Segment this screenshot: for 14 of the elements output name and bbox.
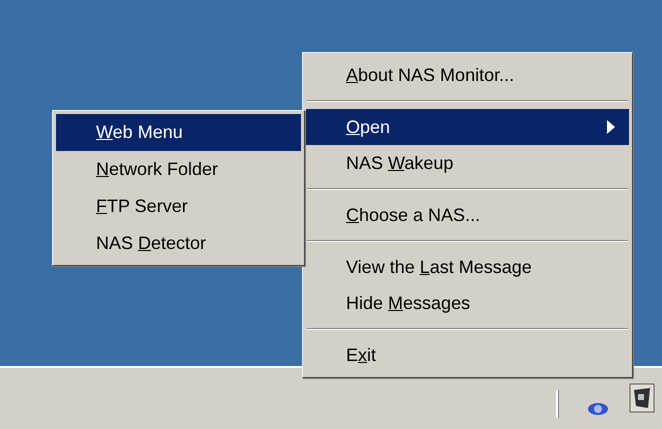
menu-item[interactable]: NAS Detector (56, 225, 301, 262)
globe-icon[interactable] (586, 402, 610, 416)
menu-item[interactable]: Exit (306, 337, 629, 373)
menu-item[interactable]: Network Folder (56, 151, 301, 188)
menu-item[interactable]: Web Menu (56, 114, 301, 151)
submenu-arrow-icon (607, 120, 615, 134)
menu-item[interactable]: Choose a NAS... (306, 197, 629, 233)
window-icon[interactable] (628, 382, 656, 414)
menu-item[interactable]: FTP Server (56, 188, 301, 225)
menu-item[interactable]: Open (306, 109, 629, 145)
menu-item[interactable]: NAS Wakeup (306, 145, 629, 181)
menu-item[interactable]: About NAS Monitor... (306, 57, 629, 93)
menu-item[interactable]: View the Last Message (306, 249, 629, 285)
menu-item[interactable]: Hide Messages (306, 285, 629, 321)
